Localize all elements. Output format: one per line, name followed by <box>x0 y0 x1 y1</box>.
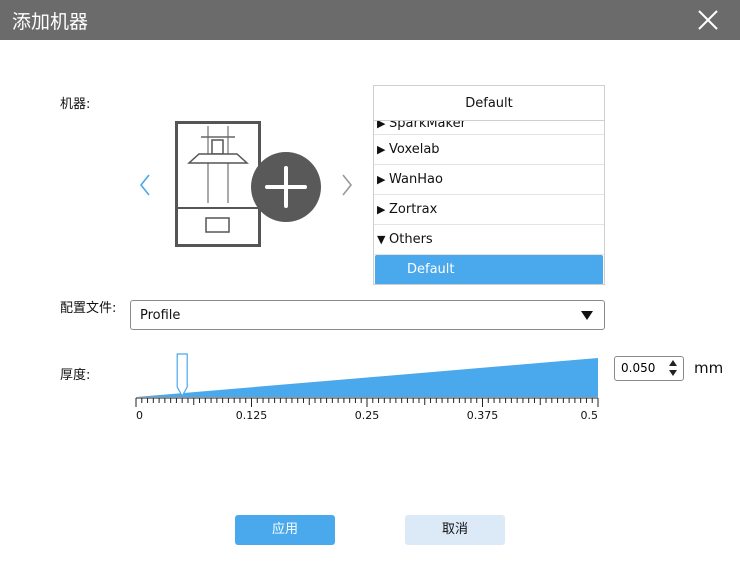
thickness-input[interactable] <box>621 361 663 375</box>
ruler-tick-label: 0.125 <box>236 409 268 422</box>
list-item-default-selected[interactable]: Default <box>375 255 603 284</box>
profile-select[interactable]: Profile <box>130 300 605 330</box>
spin-up-icon[interactable] <box>669 360 677 366</box>
profile-value: Profile <box>140 308 181 323</box>
machine-list[interactable]: Default ▶ SparkMaker ▶ Voxelab ▶ WanHao ▶ Zo… <box>373 85 605 285</box>
machine-label: 机器: <box>60 97 91 112</box>
thickness-unit: mm <box>694 359 724 377</box>
ruler-tick-label: 0 <box>136 409 143 422</box>
list-item-others[interactable]: ▼ Others <box>374 225 604 255</box>
expand-arrow-icon: ▶ <box>377 121 386 130</box>
ruler-tick-label: 0.25 <box>355 409 380 422</box>
thickness-slider[interactable]: 0 0.125 0.25 0.375 0.5 <box>130 352 610 422</box>
list-item-partial[interactable]: ▶ SparkMaker <box>374 121 604 135</box>
slider-handle[interactable] <box>176 353 188 398</box>
list-item-wanhao[interactable]: ▶ WanHao <box>374 165 604 195</box>
dialog-title: 添加机器 <box>12 11 89 33</box>
list-item-label: SparkMaker <box>389 121 466 131</box>
list-header: Default <box>374 86 604 121</box>
thickness-spinbox[interactable] <box>614 356 684 381</box>
add-machine-button[interactable] <box>251 152 321 222</box>
expand-arrow-icon: ▶ <box>377 203 386 216</box>
expand-arrow-icon: ▶ <box>377 173 386 186</box>
list-item-label: WanHao <box>389 172 443 187</box>
apply-button[interactable]: 应用 <box>235 515 335 545</box>
expand-arrow-icon: ▶ <box>377 143 386 156</box>
spin-down-icon[interactable] <box>669 370 677 376</box>
ruler-tick-label: 0.375 <box>467 409 499 422</box>
profile-label: 配置文件: <box>60 301 117 316</box>
collapse-arrow-icon: ▼ <box>377 233 386 246</box>
list-item-voxelab[interactable]: ▶ Voxelab <box>374 135 604 165</box>
chevron-right-icon[interactable] <box>339 172 355 198</box>
list-item-zortrax[interactable]: ▶ Zortrax <box>374 195 604 225</box>
ruler-tick-label: 0.5 <box>581 409 599 422</box>
chevron-down-icon <box>581 311 593 320</box>
title-bar: 添加机器 <box>0 0 740 40</box>
list-item-label: Voxelab <box>389 142 440 157</box>
list-item-label: Zortrax <box>389 202 438 217</box>
list-item-label: Others <box>389 232 433 247</box>
close-icon[interactable] <box>693 5 723 35</box>
thickness-label: 厚度: <box>60 368 91 383</box>
chevron-left-icon[interactable] <box>137 172 153 198</box>
cancel-button[interactable]: 取消 <box>405 515 505 545</box>
printer-icon <box>175 121 261 247</box>
